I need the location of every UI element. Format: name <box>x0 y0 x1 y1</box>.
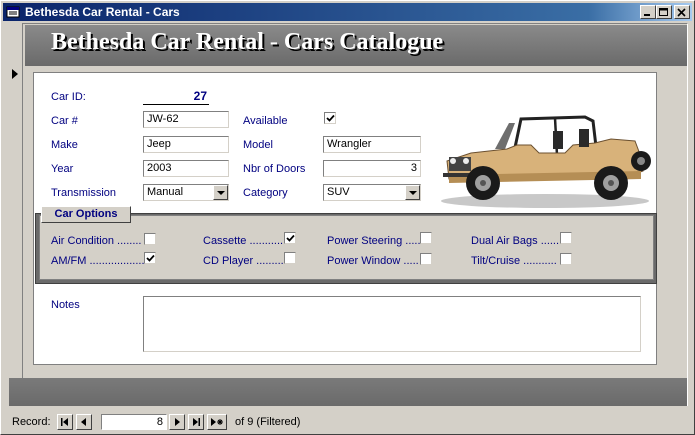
minimize-icon <box>644 14 650 16</box>
make-label: Make <box>51 139 78 151</box>
option-label: Tilt/Cruise ........... <box>471 255 557 267</box>
current-record-field[interactable]: 8 <box>101 414 167 430</box>
previous-record-icon <box>81 418 86 426</box>
option-label: Power Window ..... <box>327 255 419 267</box>
year-field[interactable]: 2003 <box>143 160 229 177</box>
option-label: Cassette ........... <box>203 235 284 247</box>
form-header: Bethesda Car Rental - Cars Catalogue <box>25 25 687 66</box>
page-title: Bethesda Car Rental - Cars Catalogue <box>51 29 444 55</box>
option-label: Air Condition ........ <box>51 235 142 247</box>
notes-label: Notes <box>51 299 80 311</box>
car-id-value: 27 <box>143 89 209 105</box>
next-record-button[interactable] <box>169 414 185 430</box>
record-selector[interactable] <box>5 23 23 406</box>
tilt-cruise-checkbox[interactable] <box>560 253 572 265</box>
option-label: CD Player ......... <box>203 255 284 267</box>
option-label: Power Steering ..... <box>327 235 421 247</box>
doors-field[interactable]: 3 <box>323 160 421 177</box>
record-navigation-bar: Record: 8 of 9 (Filtered) <box>3 412 692 433</box>
transmission-label: Transmission <box>51 187 116 199</box>
car-id-label: Car ID: <box>51 91 86 103</box>
first-record-button[interactable] <box>57 414 73 430</box>
maximize-button[interactable] <box>656 5 672 19</box>
transmission-value: Manual <box>147 186 184 198</box>
form-footer <box>9 378 687 406</box>
cd-player-checkbox[interactable] <box>284 252 296 264</box>
jeep-image <box>441 115 651 208</box>
category-label: Category <box>243 187 288 199</box>
transmission-combo[interactable]: Manual <box>143 184 229 201</box>
doors-label: Nbr of Doors <box>243 163 306 175</box>
new-record-icon <box>211 418 223 426</box>
app-window: Bethesda Car Rental - Cars Bethesda Car … <box>0 0 695 435</box>
first-record-icon <box>61 418 68 426</box>
chevron-down-icon[interactable] <box>405 185 420 200</box>
make-field[interactable]: Jeep <box>143 136 229 153</box>
record-label: Record: <box>12 416 51 428</box>
available-label: Available <box>243 115 288 127</box>
am-fm-checkbox[interactable] <box>144 252 156 264</box>
new-record-button[interactable] <box>207 414 227 430</box>
next-record-icon <box>175 418 180 426</box>
check-icon <box>146 254 155 262</box>
last-record-icon <box>193 418 200 426</box>
power-window-checkbox[interactable] <box>420 253 432 265</box>
option-label: AM/FM .................. <box>51 255 145 267</box>
check-icon <box>326 114 335 122</box>
options-title: Car Options <box>41 206 131 223</box>
maximize-icon <box>659 8 668 16</box>
available-checkbox[interactable] <box>324 112 336 124</box>
model-field[interactable]: Wrangler <box>323 136 421 153</box>
notes-field[interactable] <box>143 296 641 352</box>
category-combo[interactable]: SUV <box>323 184 421 201</box>
current-record-pointer-icon <box>12 69 18 79</box>
close-button[interactable] <box>674 5 690 19</box>
air-condition-checkbox[interactable] <box>144 233 156 245</box>
chevron-down-icon[interactable] <box>213 185 228 200</box>
model-label: Model <box>243 139 273 151</box>
minimize-button[interactable] <box>640 5 656 19</box>
window-title: Bethesda Car Rental - Cars <box>25 5 180 19</box>
options-group <box>39 215 654 280</box>
car-number-label: Car # <box>51 115 78 127</box>
last-record-button[interactable] <box>188 414 204 430</box>
record-count: of 9 (Filtered) <box>235 416 301 428</box>
year-label: Year <box>51 163 74 175</box>
category-value: SUV <box>327 186 350 198</box>
dual-air-bags-checkbox[interactable] <box>560 232 572 244</box>
car-number-field[interactable]: JW-62 <box>143 111 229 128</box>
check-icon <box>286 234 295 242</box>
option-label: Dual Air Bags ...... <box>471 235 560 247</box>
cassette-checkbox[interactable] <box>284 232 296 244</box>
previous-record-button[interactable] <box>76 414 92 430</box>
power-steering-checkbox[interactable] <box>420 232 432 244</box>
close-icon <box>677 8 686 17</box>
title-bar[interactable]: Bethesda Car Rental - Cars <box>3 3 692 21</box>
form-icon[interactable] <box>6 5 20 19</box>
